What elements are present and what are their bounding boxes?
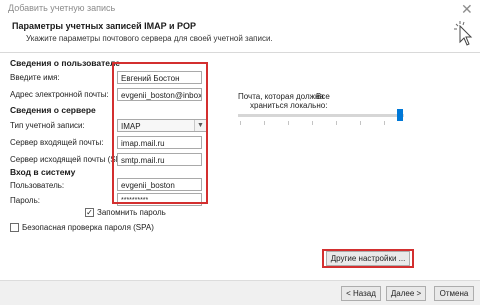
spa-label: Безопасная проверка пароля (SPA) bbox=[22, 223, 154, 232]
page-title: Параметры учетных записей IMAP и POP bbox=[12, 21, 197, 31]
offline-mail-slider[interactable] bbox=[238, 114, 404, 117]
title-bar: Добавить учетную запись ✕ bbox=[0, 0, 480, 20]
remember-password-checkbox[interactable]: ✓ bbox=[85, 208, 94, 217]
incoming-server-label: Сервер входящей почты: bbox=[10, 138, 104, 147]
slider-tick bbox=[264, 121, 265, 125]
server-info-heading: Сведения о сервере bbox=[10, 105, 96, 115]
login-info-heading: Вход в систему bbox=[10, 167, 76, 177]
offline-mail-label-line1: Почта, которая должна bbox=[238, 92, 324, 101]
account-type-label: Тип учетной записи: bbox=[10, 121, 85, 130]
highlight-frame-fields bbox=[112, 62, 208, 204]
header-separator bbox=[0, 52, 480, 53]
highlight-frame-more-settings bbox=[322, 249, 414, 268]
offline-mail-slider-thumb[interactable] bbox=[397, 109, 403, 121]
user-info-heading: Сведения о пользователе bbox=[10, 58, 121, 68]
slider-tick bbox=[360, 121, 361, 125]
slider-tick bbox=[336, 121, 337, 125]
wizard-cursor-icon bbox=[454, 21, 473, 46]
back-button[interactable]: < Назад bbox=[341, 286, 381, 301]
offline-mail-value: Все bbox=[316, 92, 330, 101]
name-label: Введите имя: bbox=[10, 73, 60, 82]
slider-tick bbox=[240, 121, 241, 125]
remember-password-label: Запомнить пароль bbox=[97, 208, 166, 217]
slider-tick bbox=[312, 121, 313, 125]
window-title: Добавить учетную запись bbox=[8, 3, 116, 13]
slider-tick bbox=[384, 121, 385, 125]
cancel-button[interactable]: Отмена bbox=[434, 286, 474, 301]
spa-checkbox[interactable] bbox=[10, 223, 19, 232]
password-label: Пароль: bbox=[10, 196, 40, 205]
email-label: Адрес электронной почты: bbox=[10, 90, 109, 99]
offline-mail-label-line2: храниться локально: bbox=[250, 101, 328, 110]
slider-tick bbox=[288, 121, 289, 125]
close-icon[interactable]: ✕ bbox=[461, 1, 473, 17]
next-button[interactable]: Далее > bbox=[386, 286, 426, 301]
page-subtitle: Укажите параметры почтового сервера для … bbox=[26, 34, 273, 43]
username-label: Пользователь: bbox=[10, 181, 65, 190]
